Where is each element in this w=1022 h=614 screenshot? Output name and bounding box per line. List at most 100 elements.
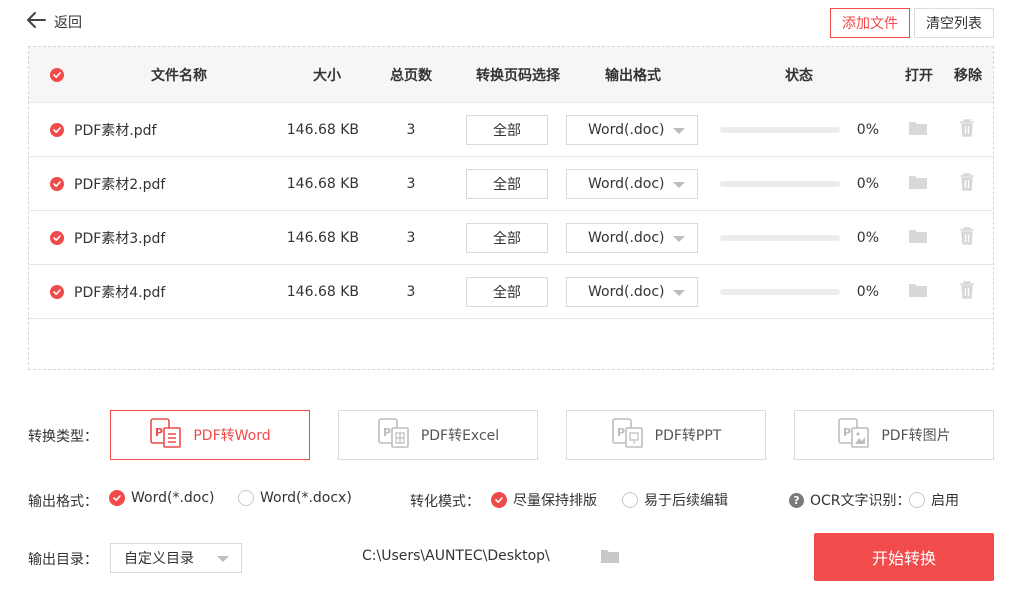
- caret-down-icon: [217, 556, 229, 562]
- page-select-button[interactable]: 全部: [466, 222, 548, 253]
- progress-percent: 0%: [856, 283, 879, 300]
- table-header: 文件名称 大小 总页数 转换页码选择 输出格式 状态 打开 移除: [29, 47, 993, 103]
- remove-button[interactable]: [959, 103, 975, 156]
- trash-icon: [959, 226, 975, 249]
- output-path: C:\Users\AUNTEC\Desktop\: [362, 548, 550, 564]
- output-dir-select[interactable]: 自定义目录: [110, 543, 242, 573]
- radio-checked-icon: [491, 492, 507, 508]
- browse-folder-button[interactable]: [600, 548, 620, 568]
- svg-text:P: P: [383, 426, 391, 439]
- page-count: 3: [406, 175, 416, 192]
- col-open: 打开: [905, 67, 933, 84]
- convert-mode-label: 转化模式：: [410, 494, 480, 510]
- file-size: 146.68 KB: [286, 121, 359, 138]
- folder-icon: [908, 174, 928, 194]
- back-button[interactable]: 返回: [26, 12, 82, 32]
- format-select[interactable]: Word(.doc): [566, 276, 698, 307]
- format-select[interactable]: Word(.doc): [566, 222, 698, 253]
- type-pdf-to-word-button[interactable]: P PDF转Word: [110, 410, 310, 460]
- remove-button[interactable]: [959, 211, 975, 264]
- output-dir-value: 自定义目录: [124, 551, 194, 567]
- progress-bar: [720, 126, 840, 133]
- progress-percent: 0%: [856, 229, 879, 246]
- output-format-docx-radio[interactable]: Word(*.docx): [238, 490, 352, 506]
- type-label: PDF转图片: [881, 428, 951, 444]
- progress-percent: 0%: [856, 121, 879, 138]
- radio-unchecked-icon: [238, 490, 254, 506]
- type-pdf-to-image-button[interactable]: P PDF转图片: [794, 410, 994, 460]
- output-format-doc-radio[interactable]: Word(*.doc): [109, 490, 215, 506]
- open-folder-button[interactable]: [908, 103, 928, 156]
- select-all-checkbox[interactable]: [50, 47, 66, 102]
- ocr-label: OCR文字识别：: [810, 493, 911, 509]
- svg-text:P: P: [155, 426, 163, 439]
- remove-button[interactable]: [959, 157, 975, 210]
- format-select[interactable]: Word(.doc): [566, 168, 698, 199]
- output-dir-label: 输出目录：: [28, 552, 98, 568]
- arrow-left-icon: [26, 12, 46, 32]
- open-folder-button[interactable]: [908, 211, 928, 264]
- convert-type-label: 转换类型：: [28, 429, 98, 445]
- col-size: 大小: [313, 67, 341, 84]
- radio-unchecked-icon: [622, 492, 638, 508]
- ocr-enable-radio[interactable]: 启用: [909, 490, 959, 510]
- row-checkbox[interactable]: [50, 103, 66, 156]
- file-name: PDF素材3.pdf: [74, 230, 166, 247]
- col-page-select: 转换页码选择: [476, 67, 560, 84]
- open-folder-button[interactable]: [908, 157, 928, 210]
- row-checkbox[interactable]: [50, 211, 66, 264]
- radio-checked-icon: [109, 490, 125, 506]
- pdf-word-icon: P: [149, 416, 183, 454]
- table-row: PDF素材.pdf 146.68 KB 3 全部 Word(.doc) 0%: [29, 103, 993, 157]
- format-value: Word(.doc): [588, 175, 665, 192]
- format-value: Word(.doc): [588, 121, 665, 138]
- page-select-button[interactable]: 全部: [466, 276, 548, 307]
- type-pdf-to-ppt-button[interactable]: P PDF转PPT: [566, 410, 766, 460]
- page-select-button[interactable]: 全部: [466, 114, 548, 145]
- file-size: 146.68 KB: [286, 283, 359, 300]
- folder-icon: [908, 228, 928, 248]
- col-format: 输出格式: [605, 67, 661, 84]
- svg-text:P: P: [617, 426, 625, 439]
- file-name: PDF素材2.pdf: [74, 176, 166, 193]
- check-icon: [50, 284, 64, 299]
- folder-icon: [600, 550, 620, 568]
- start-convert-button[interactable]: 开始转换: [814, 533, 994, 581]
- caret-down-icon: [673, 289, 685, 296]
- file-name: PDF素材4.pdf: [74, 284, 166, 301]
- option-label: 易于后续编辑: [644, 493, 728, 509]
- option-label: Word(*.docx): [260, 490, 352, 506]
- progress-bar: [720, 288, 840, 295]
- mode-keep-layout-radio[interactable]: 尽量保持排版: [491, 490, 597, 510]
- type-pdf-to-excel-button[interactable]: P PDF转Excel: [338, 410, 538, 460]
- check-icon: [50, 176, 64, 191]
- pdf-image-icon: P: [837, 416, 871, 454]
- open-folder-button[interactable]: [908, 265, 928, 318]
- option-label: Word(*.doc): [131, 490, 215, 506]
- caret-down-icon: [673, 235, 685, 242]
- progress-bar: [720, 234, 840, 241]
- add-file-button[interactable]: 添加文件: [830, 8, 910, 38]
- mode-easy-edit-radio[interactable]: 易于后续编辑: [622, 490, 728, 510]
- check-icon: [50, 230, 64, 245]
- format-select[interactable]: Word(.doc): [566, 114, 698, 145]
- type-label: PDF转Word: [193, 428, 271, 444]
- row-checkbox[interactable]: [50, 265, 66, 318]
- trash-icon: [959, 118, 975, 141]
- page-select-button[interactable]: 全部: [466, 168, 548, 199]
- row-checkbox[interactable]: [50, 157, 66, 210]
- col-name: 文件名称: [151, 67, 207, 84]
- ocr-section: ? OCR文字识别：: [789, 490, 911, 510]
- file-name: PDF素材.pdf: [74, 122, 157, 139]
- type-label: PDF转Excel: [420, 428, 500, 444]
- folder-icon: [908, 282, 928, 302]
- help-icon[interactable]: ?: [789, 492, 804, 508]
- progress-bar: [720, 180, 840, 187]
- trash-icon: [959, 172, 975, 195]
- remove-button[interactable]: [959, 265, 975, 318]
- pdf-ppt-icon: P: [611, 416, 645, 454]
- table-row: PDF素材4.pdf 146.68 KB 3 全部 Word(.doc) 0%: [29, 265, 993, 319]
- file-table: 文件名称 大小 总页数 转换页码选择 输出格式 状态 打开 移除 PDF素材.p…: [28, 46, 994, 370]
- clear-list-button[interactable]: 清空列表: [914, 8, 994, 38]
- col-pages: 总页数: [390, 67, 432, 84]
